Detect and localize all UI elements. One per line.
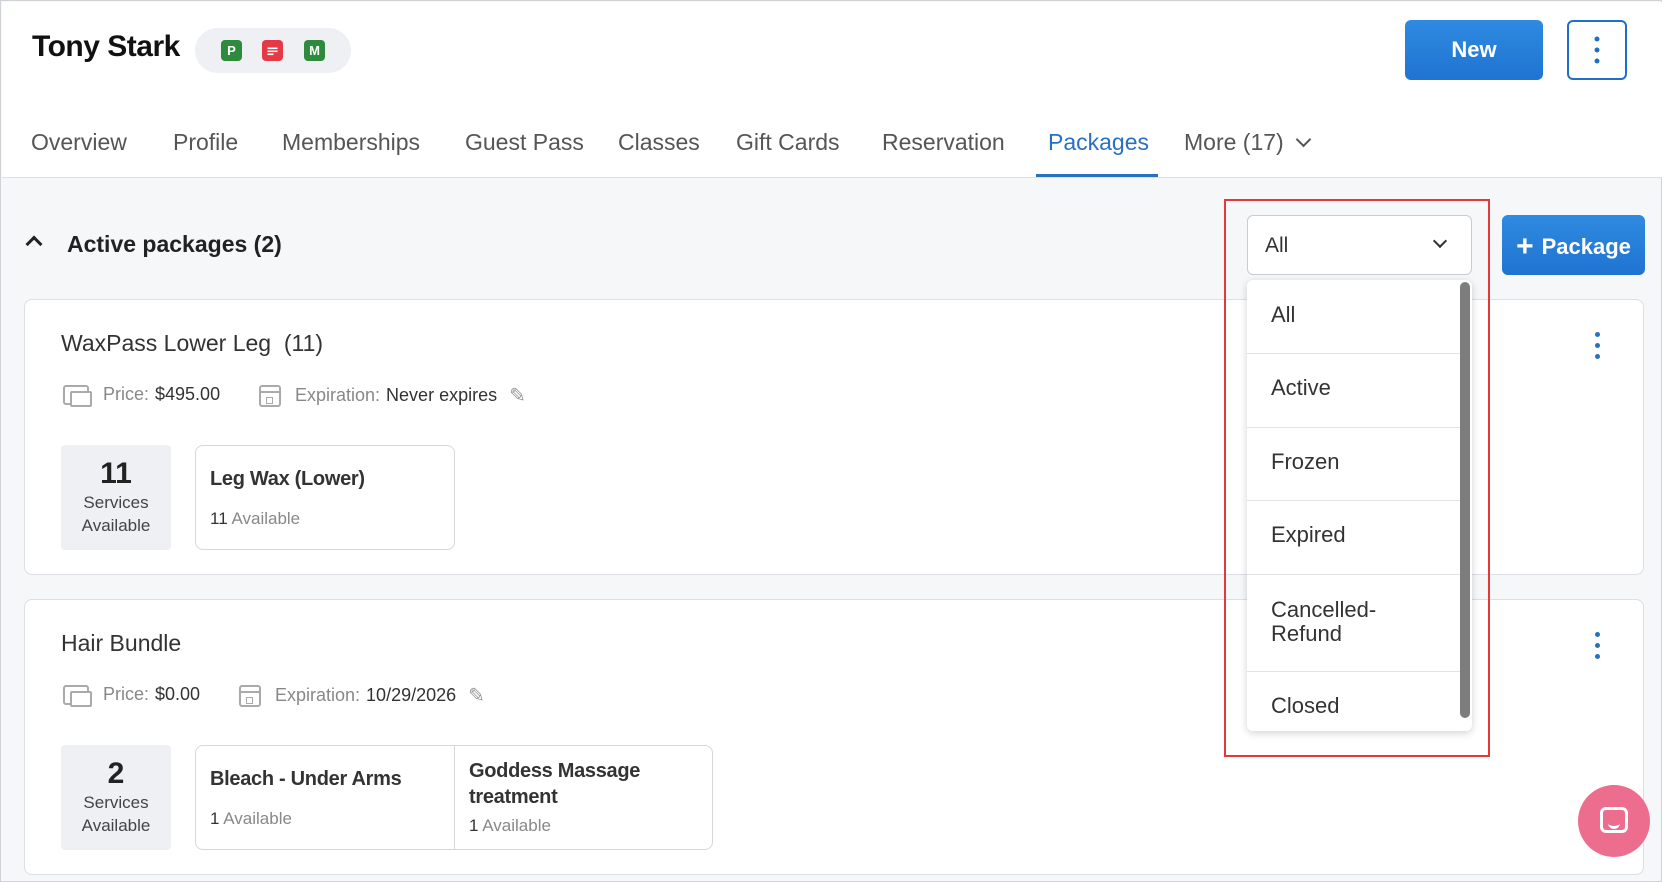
service-available: 1 Available: [210, 809, 292, 828]
expiration-label: Expiration:: [295, 385, 381, 405]
chat-icon: [1600, 807, 1628, 833]
price-value: $0.00: [155, 684, 201, 704]
plus-icon: +: [1516, 230, 1534, 263]
new-button[interactable]: New: [1405, 20, 1543, 80]
price-label: Price:: [103, 684, 150, 704]
tab-packages[interactable]: Packages: [1048, 129, 1149, 156]
service-item[interactable]: Goddess Massage treatment 1 Available: [454, 746, 712, 849]
kebab-icon: [1594, 36, 1600, 64]
edit-pencil-icon[interactable]: ✎: [509, 383, 526, 408]
services-available-count: 2 Services Available: [61, 745, 171, 850]
header-more-actions-button[interactable]: [1567, 20, 1627, 80]
service-item[interactable]: Leg Wax (Lower) 11 Available: [196, 446, 454, 549]
package-expiration: Expiration: Never expires ✎: [259, 383, 526, 408]
tab-profile[interactable]: Profile: [173, 129, 238, 156]
package-price: Price: $495.00: [63, 384, 221, 407]
chevron-down-icon: [1295, 131, 1311, 148]
package-name: WaxPass Lower Leg (11): [61, 330, 323, 357]
tab-classes[interactable]: Classes: [618, 129, 700, 156]
package-expiration: Expiration: 10/29/2026 ✎: [239, 683, 485, 708]
active-tab-indicator: [1036, 174, 1158, 177]
chat-lines-icon: [267, 47, 278, 55]
tab-gift-cards[interactable]: Gift Cards: [736, 129, 840, 156]
money-icon: [63, 384, 92, 407]
calendar-icon: [259, 384, 281, 407]
services-total: 2: [107, 757, 125, 790]
package-name-text: WaxPass Lower Leg: [61, 330, 272, 356]
tab-reservation[interactable]: Reservation: [882, 129, 1005, 156]
service-available: 11 Available: [210, 509, 301, 528]
services-total: 11: [100, 457, 132, 490]
tab-bar: Overview Profile Memberships Guest Pass …: [2, 114, 1662, 178]
expiration-value: Never expires: [386, 385, 498, 405]
calendar-icon: [239, 684, 261, 707]
price-label: Price:: [103, 384, 150, 404]
add-package-button[interactable]: + Package: [1502, 215, 1645, 275]
tab-overview[interactable]: Overview: [31, 129, 127, 156]
services-label: Services: [83, 493, 149, 512]
money-icon: [63, 684, 92, 707]
service-name: Goddess Massage treatment: [469, 760, 641, 808]
package-price: Price: $0.00: [63, 684, 201, 707]
support-chat-button[interactable]: [1578, 785, 1650, 857]
status-badge-group: P M: [195, 28, 351, 73]
app-frame: Tony Stark P M New Overview Profile Memb…: [0, 0, 1662, 882]
service-available: 1 Available: [469, 816, 551, 835]
service-name: Leg Wax (Lower): [210, 468, 365, 490]
customer-name: Tony Stark: [32, 30, 180, 63]
services-available-count: 11 Services Available: [61, 445, 171, 550]
customer-header: Tony Stark P M New Overview Profile Memb…: [2, 2, 1662, 178]
services-list: Bleach - Under Arms 1 Available Goddess …: [195, 745, 713, 850]
collapse-section-icon[interactable]: [25, 235, 43, 253]
price-value: $495.00: [155, 384, 221, 404]
tab-guest-pass[interactable]: Guest Pass: [465, 129, 584, 156]
service-name: Bleach - Under Arms: [210, 768, 402, 790]
expiration-value: 10/29/2026: [366, 685, 457, 705]
available-label: Available: [81, 816, 151, 835]
tab-more-label: More (17): [1184, 129, 1284, 155]
package-count: (11): [283, 330, 324, 356]
services-label: Services: [83, 793, 149, 812]
chat-badge-icon[interactable]: [262, 40, 283, 61]
package-actions-icon[interactable]: [1595, 632, 1600, 659]
add-package-label: Package: [1541, 234, 1631, 259]
tab-memberships[interactable]: Memberships: [282, 129, 420, 156]
edit-pencil-icon[interactable]: ✎: [468, 683, 485, 708]
dropdown-highlight-box: [1224, 199, 1490, 757]
service-item[interactable]: Bleach - Under Arms 1 Available: [196, 746, 454, 849]
parking-badge-icon[interactable]: P: [221, 40, 242, 61]
tab-more[interactable]: More (17): [1184, 129, 1311, 156]
available-label: Available: [81, 516, 151, 535]
package-name: Hair Bundle: [61, 630, 182, 656]
membership-badge-icon[interactable]: M: [304, 40, 325, 61]
services-list: Leg Wax (Lower) 11 Available: [195, 445, 455, 550]
expiration-label: Expiration:: [275, 685, 361, 705]
package-actions-icon[interactable]: [1595, 332, 1600, 359]
section-title: Active packages (2): [67, 231, 282, 257]
